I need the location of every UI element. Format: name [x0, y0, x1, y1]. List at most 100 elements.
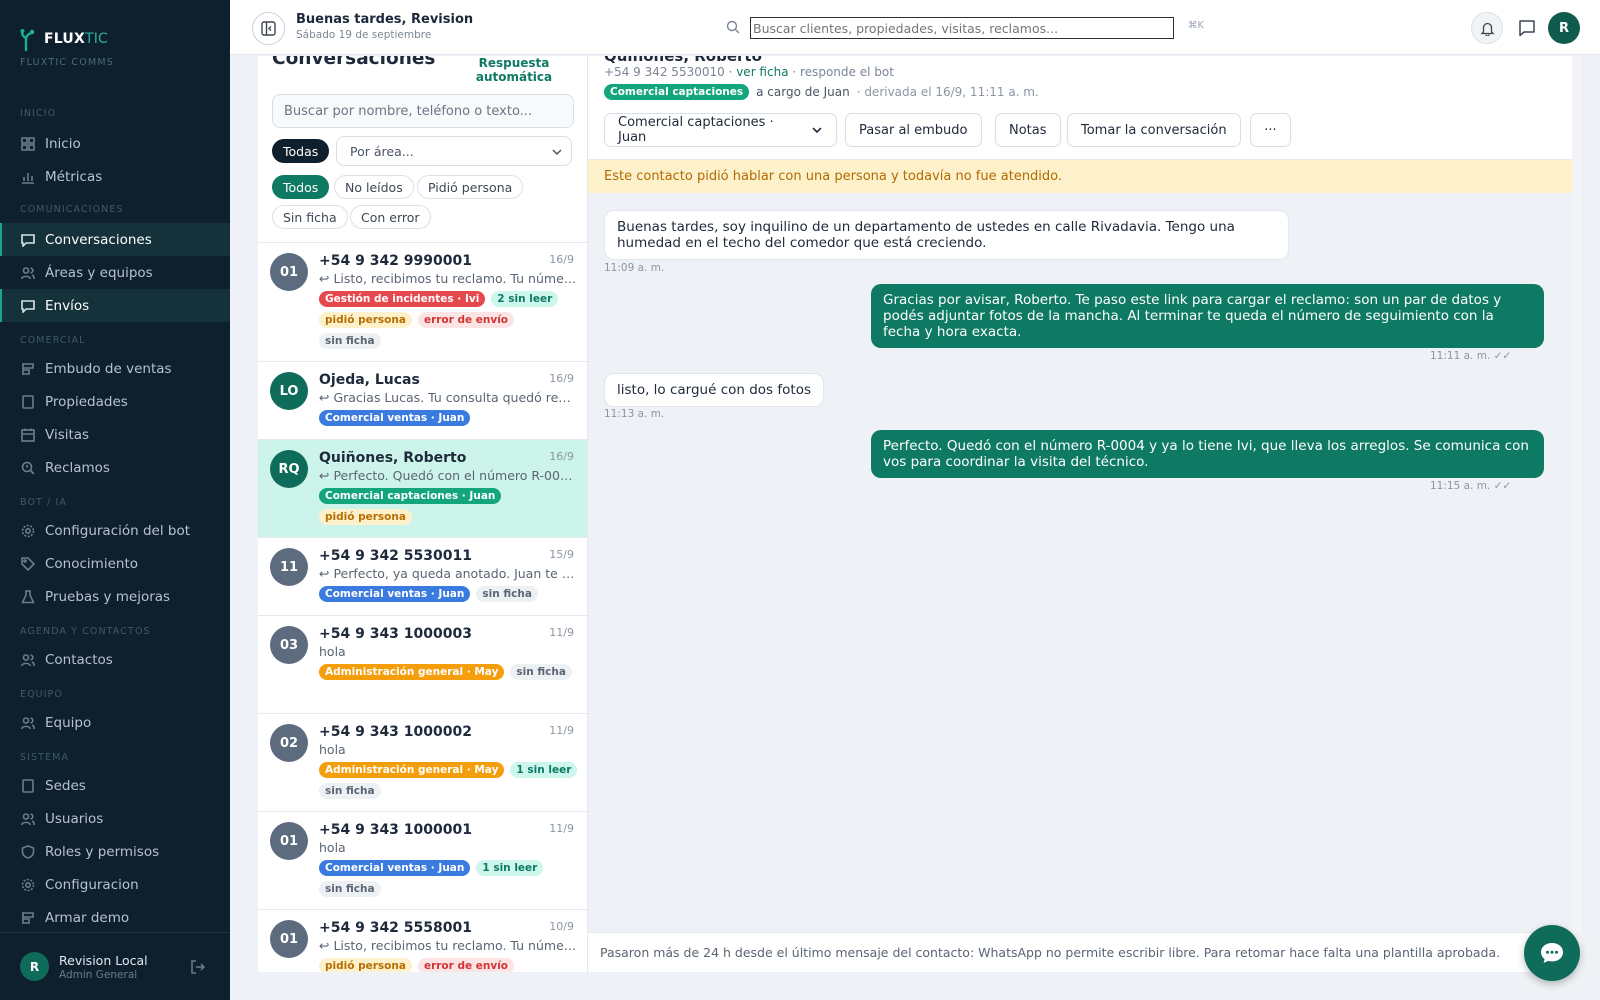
- sidebar-item-propiedades[interactable]: Propiedades: [0, 385, 230, 418]
- scrollbar[interactable]: [1572, 56, 1582, 972]
- conversation-row[interactable]: 03 +54 9 343 1000003 11/9 hola Administració…: [258, 615, 587, 713]
- filter-no-leidos[interactable]: No leídos: [334, 175, 414, 199]
- area-assign-select[interactable]: Comercial captaciones · Juan: [604, 113, 837, 147]
- avatar: 01: [270, 822, 308, 860]
- user-info: Revision Local Admin General: [59, 953, 148, 981]
- conversation-tag: sin ficha: [319, 783, 381, 799]
- conversation-search-input[interactable]: Buscar por nombre, teléfono o texto...: [272, 94, 574, 128]
- panel-icon: [261, 21, 276, 36]
- sidebar-item-label: Sedes: [45, 777, 86, 794]
- section-comercial: COMERCIAL: [20, 335, 86, 346]
- section-sistema: SISTEMA: [20, 752, 70, 763]
- sidebar-item-roles[interactable]: Roles y permisos: [0, 835, 230, 868]
- conversation-list-panel: Conversaciones Respuesta automática Busc…: [258, 56, 588, 972]
- sidebar-item-embudo[interactable]: Embudo de ventas: [0, 352, 230, 385]
- conversation-date: 16/9: [549, 372, 574, 385]
- search-alert-icon: [20, 460, 35, 475]
- conversation-row[interactable]: LO Ojeda, Lucas 16/9 ↩ Gracias Lucas. Tu co…: [258, 361, 587, 439]
- chat-header: Quiñones, Roberto +54 9 342 5530010 · ve…: [588, 56, 1572, 160]
- sidebar-item-metricas[interactable]: Métricas: [0, 160, 230, 193]
- users-icon: [20, 811, 35, 826]
- sidebar-item-config-bot[interactable]: Configuración del bot: [0, 514, 230, 547]
- conversation-row[interactable]: RQ Quiñones, Roberto 16/9 ↩ Perfecto. Quedó…: [258, 439, 587, 537]
- conversation-row[interactable]: 11 +54 9 342 5530011 15/9 ↩ Perfecto, ya qu…: [258, 537, 587, 615]
- global-search-input[interactable]: [750, 17, 1174, 39]
- conversation-row[interactable]: 01 +54 9 342 5558001 10/9 ↩ Listo, recibimo…: [258, 909, 587, 972]
- filter-sin-ficha[interactable]: Sin ficha: [272, 205, 348, 229]
- view-record-link[interactable]: ver ficha: [736, 65, 788, 79]
- sidebar-item-conversaciones[interactable]: Conversaciones: [0, 223, 230, 256]
- sidebar-item-armar-demo[interactable]: Armar demo: [0, 901, 230, 934]
- conversation-name: +54 9 343 1000003: [319, 626, 472, 642]
- sidebar-toggle-button[interactable]: [252, 12, 285, 45]
- filter-pidio-persona[interactable]: Pidió persona: [417, 175, 524, 199]
- sidebar-item-envios[interactable]: Envíos: [0, 289, 230, 322]
- scope-all-pill[interactable]: Todas: [272, 139, 330, 163]
- filter-con-error[interactable]: Con error: [350, 205, 431, 229]
- auto-reply-toggle[interactable]: Respuesta automática: [468, 56, 560, 84]
- sidebar-item-label: Configuracion: [45, 876, 139, 893]
- sidebar: FLUXTIC FLUXTIC COMMS INICIO Inicio Métr…: [0, 0, 230, 1000]
- conversation-row[interactable]: 01 +54 9 343 1000001 11/9 hola Comercial ven…: [258, 811, 587, 909]
- sidebar-item-equipo[interactable]: Equipo: [0, 706, 230, 739]
- sidebar-item-label: Envíos: [45, 297, 90, 314]
- message-time: 11:09 a. m.: [604, 262, 665, 274]
- building-icon: [20, 778, 35, 793]
- area-select[interactable]: Por área...: [336, 136, 572, 166]
- chat-icon: [20, 232, 35, 247]
- sidebar-item-conocimiento[interactable]: Conocimiento: [0, 547, 230, 580]
- logout-icon[interactable]: [190, 959, 206, 975]
- conversation-tag: 1 sin leer: [476, 860, 544, 876]
- conversation-date: 16/9: [549, 253, 574, 266]
- avatar: RQ: [270, 450, 308, 488]
- grid-icon: [20, 136, 35, 151]
- sidebar-item-label: Reclamos: [45, 459, 110, 476]
- chat-fab-button[interactable]: [1524, 925, 1580, 981]
- messages-icon[interactable]: [1516, 17, 1538, 39]
- conversation-preview: ↩ Perfecto. Quedó con el número R-0004 y…: [319, 468, 577, 483]
- conversation-tag: Comercial ventas · Juan: [319, 410, 471, 426]
- conversation-tags: Comercial ventas · Juan: [319, 410, 579, 426]
- message-incoming: Buenas tardes, soy inquilino de un depar…: [604, 210, 1289, 260]
- sidebar-item-visitas[interactable]: Visitas: [0, 418, 230, 451]
- sidebar-item-configuracion[interactable]: Configuracion: [0, 868, 230, 901]
- filter-todos[interactable]: Todos: [272, 175, 330, 199]
- tag-icon: [20, 556, 35, 571]
- conversation-row[interactable]: 02 +54 9 343 1000002 11/9 hola Administració…: [258, 713, 587, 811]
- notes-button[interactable]: Notas: [995, 113, 1061, 147]
- chevron-down-icon: [812, 127, 822, 134]
- calendar-icon: [20, 427, 35, 442]
- conversation-tag: Administración general · May: [319, 664, 505, 680]
- sidebar-item-areas[interactable]: Áreas y equipos: [0, 256, 230, 289]
- sidebar-item-label: Propiedades: [45, 393, 128, 410]
- flask-icon: [20, 589, 35, 604]
- whatsapp-window-notice: Pasaron más de 24 h desde el último mens…: [588, 932, 1572, 972]
- conversation-date: 16/9: [549, 450, 574, 463]
- conversation-row[interactable]: 01 +54 9 342 9990001 16/9 ↩ Listo, recibimo…: [258, 242, 587, 361]
- sidebar-item-inicio[interactable]: Inicio: [0, 127, 230, 160]
- conversation-tags: Comercial ventas · Juan 1 sin leer sin fic…: [319, 860, 579, 897]
- sidebar-item-usuarios[interactable]: Usuarios: [0, 802, 230, 835]
- sidebar-item-pruebas[interactable]: Pruebas y mejoras: [0, 580, 230, 613]
- section-comunicaciones: COMUNICACIONES: [20, 204, 124, 215]
- user-avatar[interactable]: R: [1548, 12, 1580, 44]
- conversation-tag: pidió persona: [319, 509, 412, 525]
- conversation-tags: Administración general · May 1 sin leer si…: [319, 762, 579, 799]
- take-conversation-button[interactable]: Tomar la conversación: [1067, 113, 1241, 147]
- funnel-button[interactable]: Pasar al embudo: [845, 113, 982, 147]
- gear-icon: [20, 523, 35, 538]
- brand-logo[interactable]: FLUXTIC: [20, 26, 108, 52]
- sidebar-item-sedes[interactable]: Sedes: [0, 769, 230, 802]
- search-shortcut: ⌘K: [1188, 20, 1204, 31]
- chat-panel: Quiñones, Roberto +54 9 342 5530010 · ve…: [588, 56, 1572, 972]
- bar-chart-icon: [20, 169, 35, 184]
- notifications-button[interactable]: [1471, 12, 1503, 44]
- sidebar-item-label: Pruebas y mejoras: [45, 588, 171, 605]
- sidebar-item-reclamos[interactable]: Reclamos: [0, 451, 230, 484]
- message-time: 11:13 a. m.: [604, 408, 665, 420]
- sidebar-item-contactos[interactable]: Contactos: [0, 643, 230, 676]
- avatar[interactable]: R: [20, 952, 49, 981]
- more-options-button[interactable]: ···: [1250, 113, 1291, 147]
- bot-status: · responde el bot: [792, 65, 894, 79]
- page-title: Conversaciones: [272, 56, 436, 69]
